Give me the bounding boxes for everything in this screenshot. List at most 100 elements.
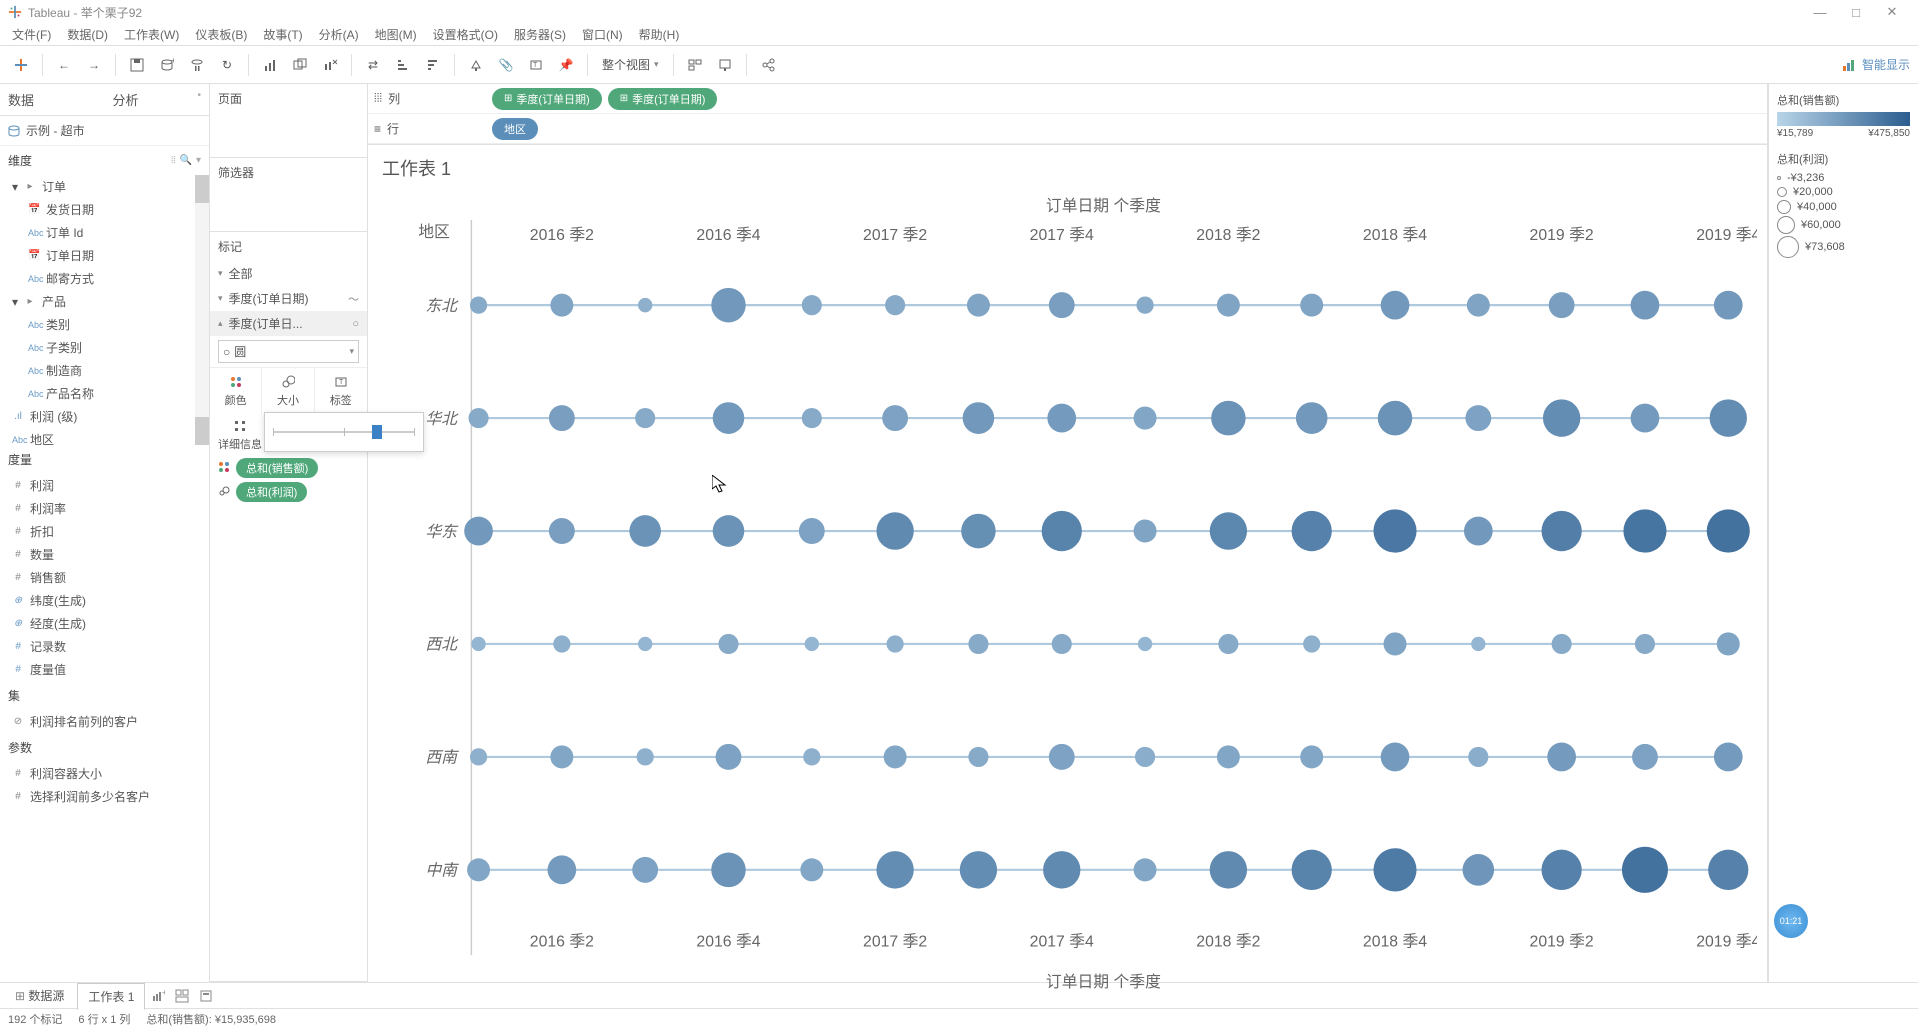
marks-quarter1-row[interactable]: ▾季度(订单日期)〜 (210, 286, 367, 311)
sheet-title[interactable]: 工作表 1 (368, 145, 1767, 191)
marks-quarter2-row[interactable]: ▴季度(订单日...○ (210, 311, 367, 336)
dimension-item[interactable]: .ıl利润 (级) (0, 405, 209, 428)
color-legend-gradient[interactable] (1777, 112, 1910, 126)
columns-pill-quarter1[interactable]: ⊞季度(订单日期) (492, 88, 602, 110)
sort-desc-button[interactable] (420, 52, 446, 78)
measure-item[interactable]: #数量 (0, 543, 209, 566)
measure-item[interactable]: #度量值 (0, 658, 209, 681)
label-button[interactable]: T (523, 52, 549, 78)
filters-shelf[interactable] (210, 187, 367, 231)
param-item[interactable]: #利润容器大小 (0, 762, 209, 785)
swap-button[interactable]: ⇄ (360, 52, 386, 78)
columns-shelf[interactable]: ⦙⦙⦙列 ⊞季度(订单日期) ⊞季度(订单日期) (368, 84, 1767, 114)
datasource-icon (8, 125, 20, 137)
scrollbar[interactable] (195, 175, 209, 445)
dimension-item[interactable]: Abc制造商 (0, 359, 209, 382)
detail-encoding[interactable]: 详细信息 (218, 418, 262, 452)
dimension-item[interactable]: Abc邮寄方式 (0, 267, 209, 290)
dimension-item[interactable]: 📅订单日期 (0, 244, 209, 267)
marks-all-row[interactable]: ▾全部 (210, 261, 367, 286)
size-legend[interactable]: -¥3,236¥20,000¥40,000¥60,000¥73,608 (1777, 171, 1910, 259)
menu-map[interactable]: 地图(M) (367, 24, 425, 45)
columns-pill-quarter2[interactable]: ⊞季度(订单日期) (608, 88, 718, 110)
maximize-button[interactable]: □ (1838, 5, 1874, 20)
minimize-button[interactable]: — (1802, 5, 1838, 20)
menu-analysis[interactable]: 分析(A) (311, 24, 367, 45)
close-button[interactable]: ✕ (1874, 4, 1910, 20)
presentation-button[interactable] (712, 52, 738, 78)
tableau-logo-button[interactable] (8, 52, 34, 78)
menu-dashboard[interactable]: 仪表板(B) (187, 24, 255, 45)
fit-dropdown[interactable]: 整个视图▾ (596, 56, 665, 73)
menu-window[interactable]: 窗口(N) (574, 24, 631, 45)
pages-shelf[interactable] (210, 113, 367, 157)
color-encoding[interactable]: 颜色 (210, 368, 262, 414)
menu-worksheet[interactable]: 工作表(W) (116, 24, 187, 45)
menu-data[interactable]: 数据(D) (59, 24, 116, 45)
tab-data[interactable]: 数据 (0, 84, 105, 115)
tab-sheet1[interactable]: 工作表 1 (77, 983, 145, 1010)
show-cards-button[interactable] (682, 52, 708, 78)
rows-pill-region[interactable]: 地区 (492, 118, 538, 140)
menu-format[interactable]: 设置格式(O) (425, 24, 506, 45)
svg-text:2016 季2: 2016 季2 (530, 226, 594, 244)
refresh-button[interactable]: ↻ (214, 52, 240, 78)
save-button[interactable] (124, 52, 150, 78)
data-pane: 数据 分析• 示例 - 超市 维度 ⦙⦙ 🔍 ▾ ▾▸订单📅发货日期Abc订单 … (0, 84, 210, 982)
tab-datasource[interactable]: ⊞ 数据源 (4, 982, 75, 1009)
sort-asc-button[interactable] (390, 52, 416, 78)
new-worksheet-button[interactable] (257, 52, 283, 78)
new-story-button[interactable] (195, 985, 217, 1007)
color-legend-title: 总和(销售额) (1777, 92, 1910, 108)
mark-type-select[interactable]: ○圆▾ (218, 340, 359, 363)
chart-canvas[interactable]: 订单日期 个季度地区2016 季22016 季42017 季22017 季420… (378, 191, 1757, 998)
duplicate-button[interactable] (287, 52, 313, 78)
view-toggle-icon[interactable]: ⦙⦙ (171, 155, 175, 166)
menu-help[interactable]: 帮助(H) (631, 24, 688, 45)
size-legend-row: ¥40,000 (1777, 199, 1910, 215)
dimension-item[interactable]: Abc地区 (0, 428, 209, 445)
measure-item[interactable]: #利润率 (0, 497, 209, 520)
size-encoding[interactable]: 大小 (262, 368, 314, 414)
param-item[interactable]: #选择利润前多少名客户 (0, 785, 209, 808)
measure-item[interactable]: #记录数 (0, 635, 209, 658)
dimension-item[interactable]: 📅发货日期 (0, 198, 209, 221)
pin-button[interactable]: 📌 (553, 52, 579, 78)
clear-button[interactable] (317, 52, 343, 78)
new-sheet-button[interactable]: + (147, 985, 169, 1007)
label-encoding[interactable]: T标签 (315, 368, 367, 414)
size-pill-row[interactable]: 总和(利润) (210, 480, 367, 504)
show-me-button[interactable]: 智能显示 (1842, 56, 1910, 73)
dimension-item[interactable]: Abc子类别 (0, 336, 209, 359)
search-icon[interactable]: 🔍 (180, 155, 192, 166)
menu-story[interactable]: 故事(T) (255, 24, 310, 45)
measure-item[interactable]: #利润 (0, 474, 209, 497)
set-item[interactable]: ⊘利润排名前列的客户 (0, 710, 209, 733)
tab-analysis[interactable]: 分析• (105, 84, 210, 115)
datasource-item[interactable]: 示例 - 超市 (0, 116, 209, 146)
dimension-item[interactable]: Abc产品名称 (0, 382, 209, 405)
menu-file[interactable]: 文件(F) (4, 24, 59, 45)
measure-item[interactable]: ⊕经度(生成) (0, 612, 209, 635)
dimension-item[interactable]: Abc类别 (0, 313, 209, 336)
dimension-item[interactable]: ▾▸产品 (0, 290, 209, 313)
measure-item[interactable]: ⊕纬度(生成) (0, 589, 209, 612)
highlight-button[interactable] (463, 52, 489, 78)
color-pill-row[interactable]: 总和(销售额) (210, 456, 367, 480)
share-button[interactable] (755, 52, 781, 78)
back-button[interactable]: ← (51, 52, 77, 78)
measure-item[interactable]: #销售额 (0, 566, 209, 589)
size-slider-thumb[interactable] (372, 425, 382, 439)
dimension-item[interactable]: ▾▸订单 (0, 175, 209, 198)
new-datasource-button[interactable]: + (154, 52, 180, 78)
attach-button[interactable]: 📎 (493, 52, 519, 78)
pause-button[interactable] (184, 52, 210, 78)
menu-server[interactable]: 服务器(S) (506, 24, 574, 45)
measure-item[interactable]: #折扣 (0, 520, 209, 543)
rows-shelf[interactable]: ≡行 地区 (368, 114, 1767, 144)
new-dashboard-button[interactable] (171, 985, 193, 1007)
size-slider[interactable] (273, 431, 415, 433)
dimension-item[interactable]: Abc订单 Id (0, 221, 209, 244)
forward-button[interactable]: → (81, 52, 107, 78)
menu-caret-icon[interactable]: ▾ (196, 155, 201, 166)
